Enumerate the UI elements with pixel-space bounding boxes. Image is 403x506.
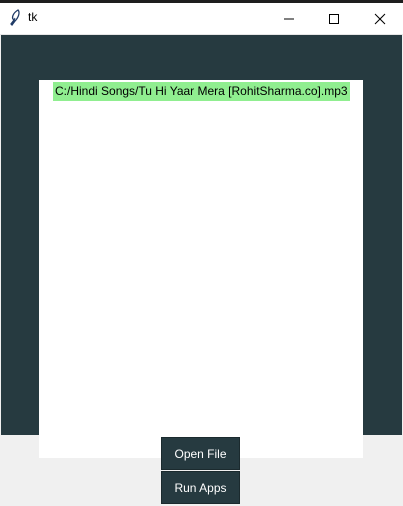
selected-file-label: C:/Hindi Songs/Tu Hi Yaar Mera [RohitSha… [53,82,350,101]
minimize-icon [284,18,294,19]
window-title: tk [28,10,38,24]
minimize-button[interactable] [266,3,312,34]
maximize-button[interactable] [311,3,357,34]
open-file-button[interactable]: Open File [161,437,240,470]
feather-icon [10,9,20,26]
close-icon [374,13,386,24]
maximize-icon [329,13,339,24]
app-window: tk C:/Hindi Songs/Tu Hi Yaar Mera [Rohit… [0,0,403,506]
title-bar[interactable]: tk [0,3,403,35]
close-button[interactable] [357,3,403,34]
content-canvas [39,80,363,458]
run-apps-button[interactable]: Run Apps [161,471,240,504]
